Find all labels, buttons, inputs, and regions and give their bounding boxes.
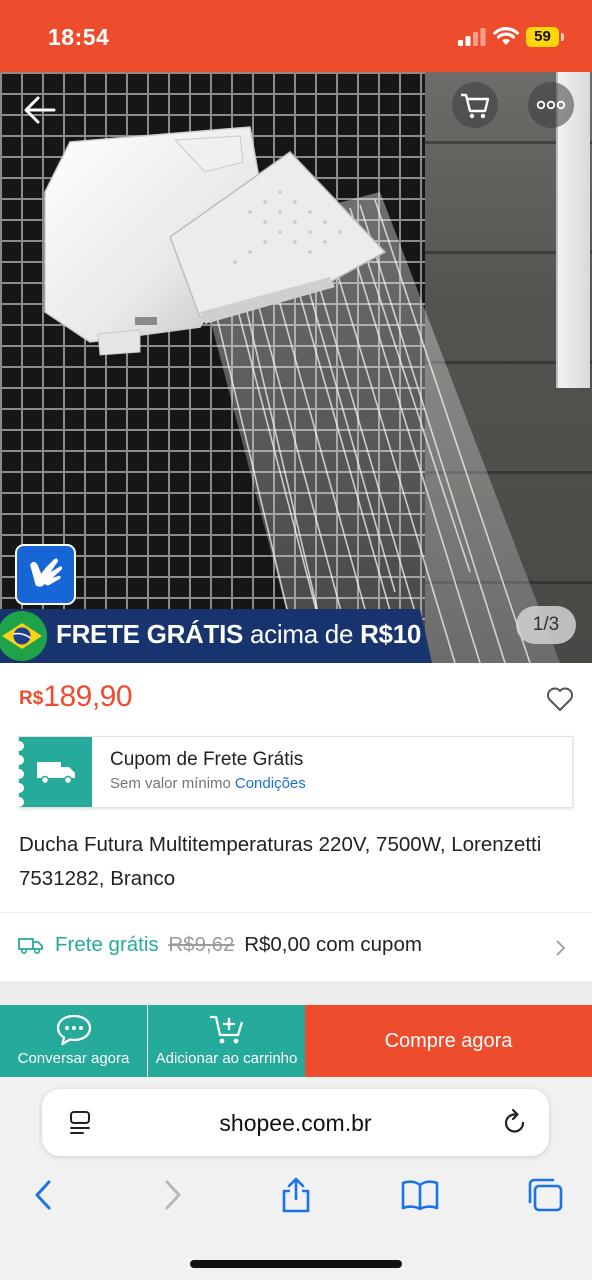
coupon-notch [14, 755, 24, 765]
price-currency: R$ [19, 688, 44, 709]
wifi-icon [493, 27, 519, 45]
coupon-notch [14, 769, 24, 779]
banner-bold-2: R$10 [360, 619, 422, 649]
bookmarks-icon[interactable] [400, 1177, 440, 1213]
coupon-subtitle-row: Sem valor mínimo Condições [110, 775, 306, 792]
battery-level: 59 [526, 27, 559, 47]
cart-button[interactable] [452, 82, 498, 128]
tabs-icon[interactable] [526, 1177, 566, 1213]
shipping-text: Frete grátis R$9,62 R$0,00 com cupom [55, 933, 422, 957]
address-bar[interactable]: shopee.com.br [42, 1089, 549, 1156]
coupon-stub [14, 737, 92, 807]
status-bar: 18:54 59 [0, 0, 592, 72]
section-gap [0, 981, 592, 1005]
heart-icon[interactable] [545, 684, 575, 714]
status-time: 18:54 [48, 24, 110, 50]
banner-bold-1: FRETE GRÁTIS [56, 619, 244, 649]
back-arrow-icon[interactable] [18, 88, 62, 132]
chat-button-label: Conversar agora [17, 1050, 130, 1067]
chat-icon [56, 1014, 91, 1046]
price-value: 189,90 [43, 680, 133, 713]
home-indicator [190, 1260, 402, 1268]
free-shipping-banner-text: FRETE GRÁTIS acima de R$10 [56, 619, 421, 650]
free-shipping-coupon[interactable]: Cupom de Frete Grátis Sem valor mínimo Co… [14, 736, 573, 808]
shipping-old-price: R$9,62 [168, 933, 235, 956]
add-to-cart-button[interactable]: Adicionar ao carrinho [148, 1005, 305, 1077]
shower-illustration [44, 126, 560, 663]
action-bar: Conversar agora Adicionar ao carrinho Co… [0, 1005, 592, 1077]
shipping-new-price: R$0,00 com cupom [244, 933, 422, 956]
banner-light: acima de [250, 619, 354, 649]
reload-icon[interactable] [502, 1108, 528, 1136]
cart-plus-icon [209, 1015, 243, 1044]
shipping-truck-icon [18, 938, 43, 955]
browser-forward-icon[interactable] [152, 1177, 192, 1213]
libras-accessibility-button[interactable] [15, 544, 76, 605]
buy-now-button[interactable]: Compre agora [305, 1005, 592, 1077]
signal-icon [458, 28, 486, 46]
chevron-right-icon [556, 940, 566, 956]
truck-icon [37, 762, 75, 785]
coupon-notch [14, 741, 24, 751]
battery-tip [561, 33, 564, 41]
coupon-notch [14, 797, 24, 807]
price: R$189,90 [19, 680, 133, 714]
app-root: 18:54 59 FRETE GRÁTIS acima de R$10 1/3 … [0, 0, 592, 1280]
coupon-notch [14, 783, 24, 793]
coupon-conditions-link[interactable]: Condições [235, 775, 306, 792]
add-to-cart-label: Adicionar ao carrinho [155, 1050, 298, 1067]
brazil-flag-icon [0, 611, 47, 661]
chat-button[interactable]: Conversar agora [0, 1005, 147, 1077]
browser-toolbar: shopee.com.br [0, 1077, 592, 1280]
coupon-title: Cupom de Frete Grátis [110, 749, 304, 770]
browser-back-icon[interactable] [24, 1177, 64, 1213]
coupon-subtitle: Sem valor mínimo [110, 775, 231, 792]
shipping-row[interactable]: Frete grátis R$9,62 R$0,00 com cupom [0, 913, 592, 981]
cart-icon [461, 93, 490, 119]
product-title: Ducha Futura Multitemperaturas 220V, 750… [19, 833, 542, 890]
image-counter: 1/3 [516, 606, 576, 644]
share-icon[interactable] [276, 1177, 316, 1213]
shipping-label: Frete grátis [55, 933, 159, 956]
more-icon [536, 100, 566, 110]
url-text[interactable]: shopee.com.br [42, 1110, 549, 1137]
libras-hand-icon [30, 558, 63, 587]
more-options-button[interactable] [528, 82, 574, 128]
product-image-carousel[interactable]: FRETE GRÁTIS acima de R$10 1/3 [0, 72, 592, 663]
